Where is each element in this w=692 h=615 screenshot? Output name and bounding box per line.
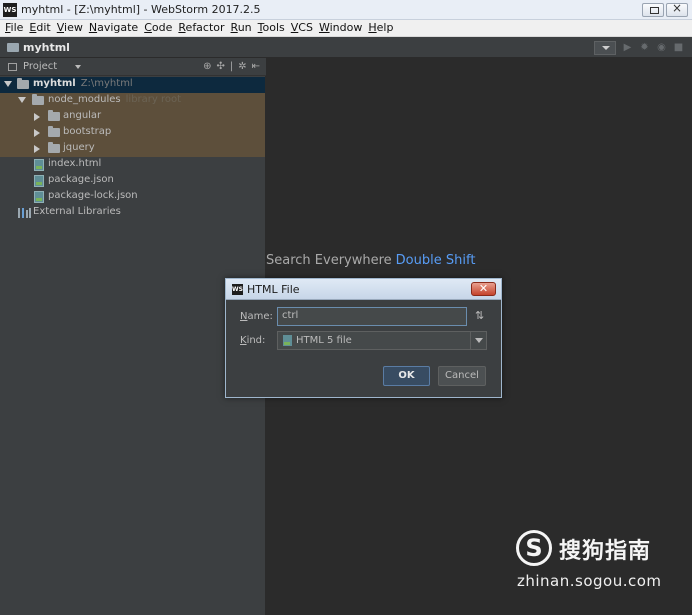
- run-config-dropdown[interactable]: [594, 40, 616, 55]
- hide-panel-icon[interactable]: ⇤: [252, 60, 260, 74]
- watermark-cn-text: 搜狗指南: [559, 539, 652, 564]
- scroll-from-source-icon[interactable]: ⊕: [203, 60, 211, 74]
- folder-icon: [48, 110, 60, 121]
- window-controls: [640, 1, 688, 17]
- run-icon[interactable]: ▶: [622, 42, 633, 53]
- close-window-button[interactable]: [666, 1, 688, 17]
- menu-window[interactable]: Window: [316, 20, 365, 36]
- kind-selected-value: HTML 5 file: [296, 335, 352, 346]
- menu-view[interactable]: View: [54, 20, 86, 36]
- cancel-button[interactable]: Cancel: [438, 366, 486, 386]
- menu-edit[interactable]: Edit: [26, 20, 53, 36]
- menu-navigate[interactable]: Navigate: [86, 20, 141, 36]
- menu-help[interactable]: Help: [365, 20, 396, 36]
- menu-tools[interactable]: Tools: [255, 20, 288, 36]
- menu-file[interactable]: File: [2, 20, 26, 36]
- folder-icon: [7, 43, 19, 52]
- tree-label: node_modules library root: [48, 94, 182, 105]
- expand-arrow-icon[interactable]: [4, 81, 12, 87]
- run-toolbar: ▶ ✹ ◉ ■: [594, 40, 684, 55]
- nav-project-name[interactable]: myhtml: [23, 41, 70, 54]
- json-file-icon: [34, 191, 44, 203]
- ok-button[interactable]: OK: [383, 366, 430, 386]
- project-tree: myhtml Z:\myhtml node_modules library root…: [0, 77, 265, 221]
- tree-item-bootstrap[interactable]: bootstrap: [0, 125, 265, 141]
- folder-icon: [48, 142, 60, 153]
- project-panel-header: Project ⊕ ✣ | ✲ ⇤: [0, 58, 266, 76]
- separator-icon: |: [229, 61, 234, 72]
- json-file-icon: [34, 175, 44, 187]
- menu-refactor[interactable]: Refactor: [175, 20, 227, 36]
- sort-icon[interactable]: ⇅: [475, 309, 484, 322]
- tree-label: package.json: [48, 174, 114, 185]
- name-input[interactable]: ctrl: [277, 307, 467, 326]
- webstorm-logo-icon: WS: [3, 3, 17, 17]
- dialog-title: HTML File: [247, 283, 300, 296]
- tree-item-package-json[interactable]: package.json: [0, 173, 265, 189]
- search-everywhere-hint: Search Everywhere Double Shift: [266, 253, 476, 268]
- tree-label: index.html: [48, 158, 102, 169]
- stop-icon[interactable]: ■: [673, 42, 684, 53]
- tree-item-myhtml[interactable]: myhtml Z:\myhtml: [0, 77, 265, 93]
- kind-label: Kind:: [240, 335, 266, 346]
- folder-icon: [48, 126, 60, 137]
- watermark-url: zhinan.sogou.com: [517, 572, 662, 590]
- tree-item-external-libraries[interactable]: External Libraries: [0, 205, 265, 221]
- menu-code[interactable]: Code: [141, 20, 175, 36]
- webstorm-logo-icon: WS: [232, 284, 243, 295]
- menu-vcs[interactable]: VCS: [288, 20, 316, 36]
- window-title: myhtml - [Z:\myhtml] - WebStorm 2017.2.5: [21, 3, 261, 16]
- tree-item-node-modules[interactable]: node_modules library root: [0, 93, 265, 109]
- folder-icon: [32, 94, 44, 105]
- collapsed-arrow-icon[interactable]: [34, 129, 40, 137]
- title-bar: WS myhtml - [Z:\myhtml] - WebStorm 2017.…: [0, 0, 692, 20]
- chevron-down-icon[interactable]: [470, 332, 486, 349]
- restore-button[interactable]: [642, 3, 664, 17]
- tree-item-index-html[interactable]: index.html: [0, 157, 265, 173]
- folder-icon: [17, 78, 29, 89]
- tree-label: myhtml Z:\myhtml: [33, 78, 133, 89]
- coverage-icon[interactable]: ◉: [656, 42, 667, 53]
- expand-arrow-icon[interactable]: [18, 97, 26, 103]
- dialog-close-button[interactable]: ✕: [471, 282, 496, 296]
- debug-icon[interactable]: ✹: [639, 42, 650, 53]
- menu-run[interactable]: Run: [228, 20, 255, 36]
- dialog-body: Name: ctrl ⇅ Kind: HTML 5 file OK Cancel: [226, 301, 501, 397]
- dialog-title-bar: WS HTML File ✕: [226, 279, 501, 300]
- project-panel-tools: ⊕ ✣ | ✲ ⇤: [203, 60, 260, 74]
- new-html-file-dialog: WS HTML File ✕ Name: ctrl ⇅ Kind: HTML 5…: [225, 278, 502, 398]
- tree-label: angular: [63, 110, 102, 121]
- collapse-all-icon[interactable]: ✣: [216, 60, 224, 74]
- tree-label: bootstrap: [63, 126, 112, 137]
- tree-label: jquery: [63, 142, 95, 153]
- collapsed-arrow-icon[interactable]: [34, 113, 40, 121]
- tree-label: External Libraries: [33, 206, 121, 217]
- project-view-label[interactable]: Project: [23, 61, 57, 72]
- html-file-icon: [283, 335, 292, 346]
- library-icon: [18, 208, 31, 218]
- tree-item-jquery[interactable]: jquery: [0, 141, 265, 157]
- kind-select[interactable]: HTML 5 file: [277, 331, 487, 350]
- watermark: S 搜狗指南 zhinan.sogou.com: [516, 530, 686, 595]
- tree-item-angular[interactable]: angular: [0, 109, 265, 125]
- collapsed-arrow-icon[interactable]: [34, 145, 40, 153]
- navigation-bar: myhtml ▶ ✹ ◉ ■: [0, 37, 692, 58]
- sogou-logo-icon: S: [516, 530, 552, 566]
- html-file-icon: [34, 159, 44, 171]
- gear-icon[interactable]: ✲: [238, 60, 246, 74]
- tree-item-package-lock-json[interactable]: package-lock.json: [0, 189, 265, 205]
- name-label: Name:: [240, 311, 273, 322]
- project-view-icon: [8, 63, 17, 71]
- tree-label: package-lock.json: [48, 190, 138, 201]
- menu-bar: File Edit View Navigate Code Refactor Ru…: [0, 20, 692, 37]
- chevron-down-icon[interactable]: [75, 65, 81, 69]
